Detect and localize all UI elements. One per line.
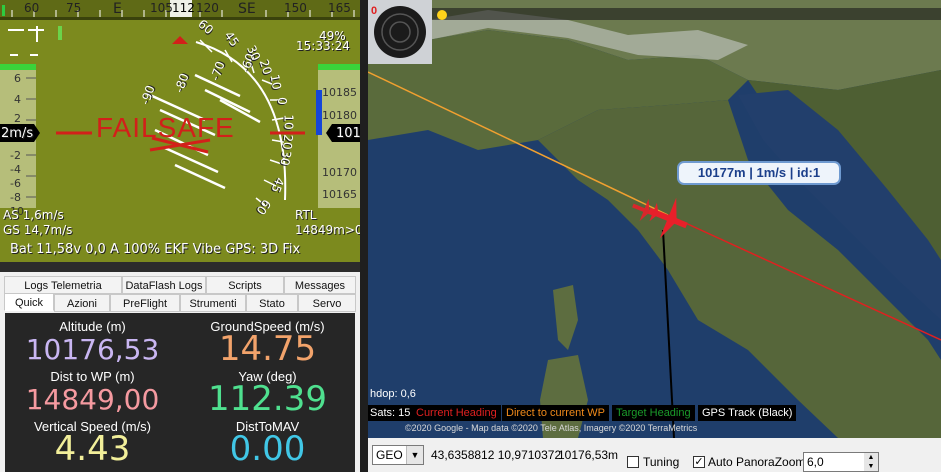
altitude-readout: 10176,53m xyxy=(558,448,619,462)
auto-zoom-label: Auto PanoraZoom xyxy=(708,455,806,469)
legend-current-heading: Current Heading xyxy=(412,405,501,421)
speed-tick: 6 xyxy=(14,72,21,85)
heading-tick: 105 xyxy=(150,1,173,15)
heading-current: 112 xyxy=(172,1,195,15)
speed-tick: -4 xyxy=(10,163,21,176)
tab-messages[interactable]: Messages xyxy=(284,276,356,294)
yaw-value: 112.39 xyxy=(208,379,327,419)
clock: 15:33:24 xyxy=(296,39,350,53)
counter-readout: 0 xyxy=(371,5,378,17)
map-imagery xyxy=(368,0,941,438)
tab-preflight[interactable]: PreFlight xyxy=(110,294,180,312)
tab-scripts[interactable]: Scripts xyxy=(206,276,284,294)
altitude-value: 10176,53 xyxy=(25,333,160,366)
failsafe-warning: FAILSAFE xyxy=(96,112,235,143)
zoom-value: 6,0 xyxy=(807,455,824,469)
status-line[interactable]: Bat 11,58v 0,0 A 100% EKF Vibe GPS: 3D F… xyxy=(10,242,300,257)
waypoint-distance: 14849m>0 xyxy=(295,223,360,237)
legend-target-heading: Target Heading xyxy=(612,405,695,421)
airspeed-readout: AS 1,6m/s xyxy=(3,208,64,222)
dist-to-wp-label: Dist to WP (m) xyxy=(50,369,135,384)
bank-label: 10 xyxy=(281,114,296,130)
vertical-speed-value: 4.43 xyxy=(54,429,131,469)
heading-tick: 60 xyxy=(24,1,40,15)
alt-tick: 10180 xyxy=(322,109,357,122)
bank-label: 20 xyxy=(280,133,296,151)
hud-panel[interactable]: 60 75 E 105 112 120 SE 150 165 49% 15:33… xyxy=(0,0,360,262)
tab-dataflash-logs[interactable]: DataFlash Logs xyxy=(122,276,206,294)
alt-tick: 10170 xyxy=(322,166,357,179)
sats-readout: Sats: 15 xyxy=(368,405,413,421)
map-copyright: ©2020 Google - Map data ©2020 Tele Atlas… xyxy=(405,423,698,433)
speed-tick: -8 xyxy=(10,191,21,204)
heading-tick: 75 xyxy=(66,1,82,15)
auto-zoom-checkbox[interactable]: ✓ xyxy=(693,456,705,468)
chevron-down-icon[interactable]: ▼ xyxy=(864,462,878,471)
groundspeed-readout: GS 14,7m/s xyxy=(3,223,73,237)
tab-quick[interactable]: Quick xyxy=(4,293,54,311)
map-view[interactable]: 0 10177m | 1m/s | id:1 hdop: 0,6 Sats: 1… xyxy=(368,0,941,438)
alt-tick: 10185 xyxy=(322,86,357,99)
speed-tick: 4 xyxy=(14,93,21,106)
splitter[interactable] xyxy=(360,0,368,472)
tab-logs-telemetria[interactable]: Logs Telemetria xyxy=(4,276,122,294)
chevron-down-icon[interactable]: ▼ xyxy=(406,446,423,464)
coord-mode-select[interactable]: GEO ▼ xyxy=(372,445,424,465)
speed-tick: -2 xyxy=(10,149,21,162)
tuning-label: Tuning xyxy=(643,455,680,469)
chevron-up-icon[interactable]: ▲ xyxy=(864,453,878,462)
alt-tick: 10165 xyxy=(322,188,357,201)
heading-tick: 120 xyxy=(196,1,219,15)
coords-readout: 43,6358812 10,9710372 xyxy=(431,448,562,462)
coord-mode-value: GEO xyxy=(376,448,403,462)
tab-servo[interactable]: Servo xyxy=(298,294,356,312)
tab-strumenti[interactable]: Strumenti xyxy=(180,294,246,312)
quick-panel: Altitude (m) 10176,53 GroundSpeed (m/s) … xyxy=(0,312,360,472)
altitude-label: Altitude (m) xyxy=(59,319,126,334)
aircraft-tooltip: 10177m | 1m/s | id:1 xyxy=(677,161,841,185)
speed-tick: -6 xyxy=(10,177,21,190)
legend-direct-wp: Direct to current WP xyxy=(502,405,610,421)
bank-label: 0 xyxy=(274,97,289,105)
quick-grid[interactable]: Altitude (m) 10176,53 GroundSpeed (m/s) … xyxy=(5,313,355,472)
bank-label: 10 xyxy=(267,73,284,91)
tuning-checkbox[interactable] xyxy=(627,456,639,468)
zoom-stepper[interactable]: 6,0 ▲ ▼ xyxy=(803,452,879,472)
speed-tick: 2 xyxy=(14,112,21,125)
dist-to-wp-value: 14849,00 xyxy=(25,383,160,416)
alt-current: 101 xyxy=(336,126,360,141)
heading-tick: SE xyxy=(238,1,256,17)
heading-tick: 165 xyxy=(328,1,351,15)
map-status-bar: GEO ▼ 43,6358812 10,9710372 10176,53m Tu… xyxy=(368,438,941,472)
heading-tick: 150 xyxy=(284,1,307,15)
tab-stato[interactable]: Stato xyxy=(246,294,298,312)
bank-label: 30 xyxy=(277,149,294,167)
heading-tick: E xyxy=(113,1,122,17)
tab-azioni[interactable]: Azioni xyxy=(54,294,110,312)
hdop-readout: hdop: 0,6 xyxy=(370,388,416,400)
flight-mode: RTL xyxy=(295,208,317,222)
groundspeed-value: 14.75 xyxy=(218,329,317,369)
speed-current: 2m/s xyxy=(1,126,34,141)
tab-strip: Logs Telemetria DataFlash Logs Scripts M… xyxy=(0,272,360,312)
dist-to-mav-value: 0.00 xyxy=(229,429,306,469)
legend-gps-track: GPS Track (Black) xyxy=(698,405,797,421)
